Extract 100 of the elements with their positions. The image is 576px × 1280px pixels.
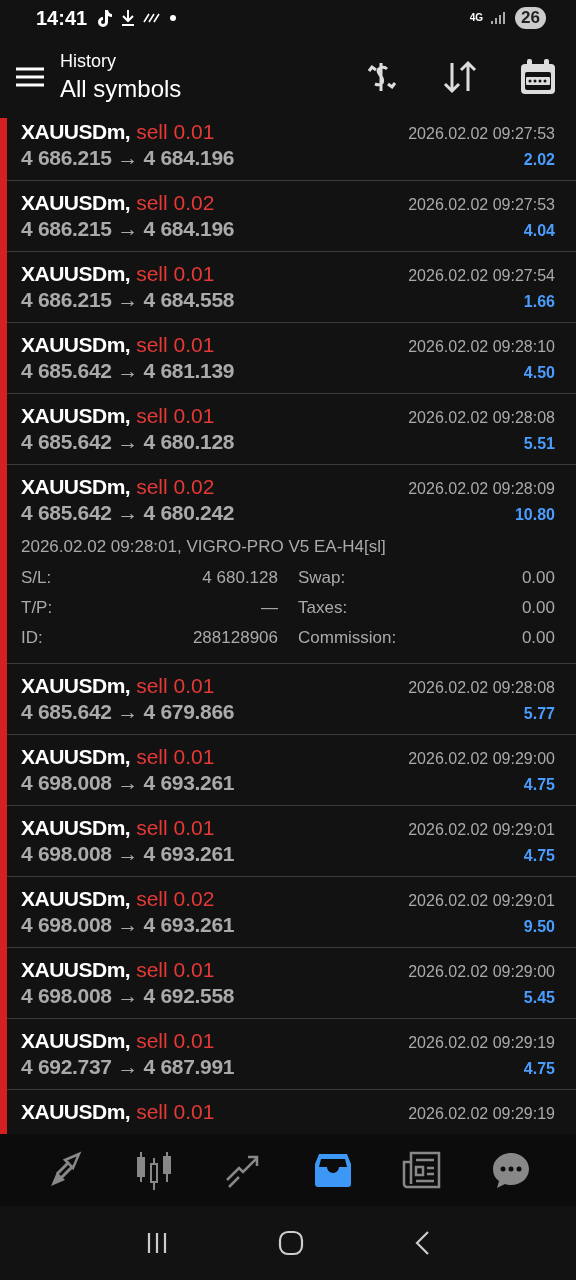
deal-prices: 4 698.008 → 4 693.261 bbox=[21, 771, 235, 795]
deal-time: 2026.02.02 09:29:01 bbox=[408, 892, 555, 910]
deal-type-volume: sell 0.02 bbox=[136, 191, 215, 215]
chat-bubble-icon[interactable] bbox=[491, 1150, 532, 1190]
detail-value: 288128906 bbox=[192, 628, 278, 648]
detail-label: Commission: bbox=[298, 628, 397, 648]
deal-symbol: XAUUSDm, bbox=[21, 191, 131, 215]
deal-row[interactable]: XAUUSDm, sell 0.01 2026.02.02 09:27:53 4 686.215 → 4 684.196 2.02 bbox=[7, 118, 576, 181]
calendar-icon[interactable] bbox=[518, 57, 558, 97]
detail-label: Swap: bbox=[298, 568, 346, 588]
deal-time: 2026.02.02 09:29:00 bbox=[408, 750, 555, 768]
deal-prices: 4 698.008 → 4 693.261 bbox=[21, 842, 235, 866]
deal-type-volume: sell 0.01 bbox=[136, 674, 215, 698]
deal-prices: 4 685.642 → 4 680.128 bbox=[21, 430, 235, 454]
deal-profit: 2.02 bbox=[523, 151, 555, 169]
deal-row[interactable]: XAUUSDm, sell 0.01 2026.02.02 09:28:10 4 685.642 → 4 681.139 4.50 bbox=[7, 323, 576, 394]
deal-row[interactable]: XAUUSDm, sell 0.01 2026.02.02 09:28:08 4 685.642 → 4 680.128 5.51 bbox=[7, 394, 576, 465]
deal-type-volume: sell 0.01 bbox=[136, 333, 215, 357]
deal-row[interactable]: XAUUSDm, sell 0.01 2026.02.02 09:29:19 4 692.737 → 4 687.991 4.75 bbox=[7, 1019, 576, 1090]
deal-time: 2026.02.02 09:29:01 bbox=[408, 821, 555, 839]
deal-time: 2026.02.02 09:27:53 bbox=[408, 196, 555, 214]
deal-prices: 4 698.008 → 4 692.558 bbox=[21, 984, 235, 1008]
deal-row[interactable]: XAUUSDm, sell 0.02 2026.02.02 09:27:53 4 686.215 → 4 684.196 4.04 bbox=[7, 181, 576, 252]
deal-row[interactable]: XAUUSDm, sell 0.02 2026.02.02 09:28:09 4 685.642 → 4 680.242 10.80 2026.02.02 09:28:01, VIGRO-PRO V5 EA-H4[sl] S/L: 4 680.128 Swap: 0.00 T/P: — Taxes: 0.00 ID: 288128906 Commission: 0.00 bbox=[7, 465, 576, 664]
deal-row[interactable]: XAUUSDm, sell 0.01 2026.02.02 09:29:00 4 698.008 → 4 692.558 5.45 bbox=[7, 948, 576, 1019]
deal-profit: 5.45 bbox=[523, 989, 555, 1007]
deal-prices: 4 685.642 → 4 679.866 bbox=[21, 700, 235, 724]
deal-symbol: XAUUSDm, bbox=[21, 475, 131, 499]
deal-type-volume: sell 0.01 bbox=[136, 816, 215, 840]
home-icon[interactable] bbox=[278, 1230, 304, 1256]
deal-prices: 4 698.008 → 4 693.261 bbox=[21, 913, 235, 937]
deal-prices: 4 686.215 → 4 684.196 bbox=[21, 146, 235, 170]
deal-profit: 5.77 bbox=[523, 705, 555, 723]
deal-row[interactable]: XAUUSDm, sell 0.01 2026.02.02 09:28:08 4 685.642 → 4 679.866 5.77 bbox=[7, 664, 576, 735]
deal-row[interactable]: XAUUSDm, sell 0.01 2026.02.02 09:27:54 4 686.215 → 4 684.558 1.66 bbox=[7, 252, 576, 323]
deal-prices: 4 686.215 → 4 684.196 bbox=[21, 217, 235, 241]
deal-time: 2026.02.02 09:29:19 bbox=[408, 1105, 555, 1123]
deal-time: 2026.02.02 09:29:19 bbox=[408, 1034, 555, 1052]
detail-value: 0.00 bbox=[521, 598, 555, 618]
deal-symbol: XAUUSDm, bbox=[21, 333, 131, 357]
back-icon[interactable] bbox=[413, 1230, 432, 1256]
detail-value: 0.00 bbox=[521, 568, 555, 588]
deal-type-volume: sell 0.01 bbox=[136, 1100, 215, 1124]
deal-prices: 4 685.642 → 4 680.242 bbox=[21, 501, 235, 525]
deal-time: 2026.02.02 09:28:10 bbox=[408, 338, 555, 356]
deal-symbol: XAUUSDm, bbox=[21, 958, 131, 982]
deal-time: 2026.02.02 09:27:53 bbox=[408, 125, 555, 143]
deal-symbol: XAUUSDm, bbox=[21, 1029, 131, 1053]
deal-type-volume: sell 0.02 bbox=[136, 887, 215, 911]
menu-icon[interactable] bbox=[16, 67, 44, 87]
status-time: 14:41 bbox=[36, 6, 88, 30]
deal-profit: 4.75 bbox=[523, 847, 555, 865]
deal-type-volume: sell 0.01 bbox=[136, 404, 215, 428]
deal-prices: 4 692.737 → 4 687.991 bbox=[21, 1055, 235, 1079]
deal-type-volume: sell 0.01 bbox=[136, 958, 215, 982]
deal-row[interactable]: XAUUSDm, sell 0.01 2026.02.02 09:29:00 4 698.008 → 4 693.261 4.75 bbox=[7, 735, 576, 806]
deal-time: 2026.02.02 09:28:08 bbox=[408, 409, 555, 427]
newspaper-icon[interactable] bbox=[401, 1150, 442, 1190]
deal-symbol: XAUUSDm, bbox=[21, 674, 131, 698]
deal-profit: 4.04 bbox=[523, 222, 555, 240]
music-note-icon bbox=[97, 9, 114, 27]
network-type: 4G bbox=[469, 13, 484, 23]
deal-type-volume: sell 0.01 bbox=[136, 1029, 215, 1053]
deal-symbol: XAUUSDm, bbox=[21, 404, 131, 428]
deal-profit: 4.75 bbox=[523, 776, 555, 794]
deal-profit: 1.66 bbox=[523, 293, 555, 311]
deal-symbol: XAUUSDm, bbox=[21, 120, 131, 144]
detail-value: 4 680.128 bbox=[202, 568, 278, 588]
signal-icon bbox=[491, 11, 508, 25]
candlestick-icon[interactable] bbox=[134, 1150, 174, 1190]
deal-profit: 5.51 bbox=[523, 435, 555, 453]
symbol-filter[interactable]: All symbols bbox=[60, 75, 182, 103]
detail-label: ID: bbox=[21, 628, 43, 648]
deal-prices: 4 686.215 → 4 684.558 bbox=[21, 288, 235, 312]
deal-comment: 2026.02.02 09:28:01, VIGRO-PRO V5 EA-H4[sl] bbox=[21, 537, 387, 557]
screen-title: History bbox=[60, 51, 117, 72]
detail-label: S/L: bbox=[21, 568, 52, 588]
deal-type-volume: sell 0.02 bbox=[136, 475, 215, 499]
deal-time: 2026.02.02 09:28:09 bbox=[408, 480, 555, 498]
deal-time: 2026.02.02 09:29:00 bbox=[408, 963, 555, 981]
deal-time: 2026.02.02 09:28:08 bbox=[408, 679, 555, 697]
hatch-icon bbox=[143, 13, 162, 23]
battery-level: 26 bbox=[515, 7, 546, 29]
deal-prices: 4 685.642 → 4 681.139 bbox=[21, 359, 235, 383]
deal-row[interactable]: XAUUSDm, sell 0.01 2026.02.02 09:29:01 4 698.008 → 4 693.261 4.75 bbox=[7, 806, 576, 877]
deal-symbol: XAUUSDm, bbox=[21, 745, 131, 769]
detail-value: — bbox=[261, 598, 278, 618]
detail-value: 0.00 bbox=[521, 628, 555, 648]
deal-row[interactable]: XAUUSDm, sell 0.02 2026.02.02 09:29:01 4 698.008 → 4 693.261 9.50 bbox=[7, 877, 576, 948]
detail-label: T/P: bbox=[21, 598, 53, 618]
download-icon bbox=[121, 9, 136, 27]
deal-type-volume: sell 0.01 bbox=[136, 120, 215, 144]
deal-symbol: XAUUSDm, bbox=[21, 816, 131, 840]
deal-symbol: XAUUSDm, bbox=[21, 887, 131, 911]
deal-profit: 10.80 bbox=[514, 506, 555, 524]
deal-type-volume: sell 0.01 bbox=[136, 262, 215, 286]
deal-profit: 9.50 bbox=[523, 918, 555, 936]
deal-time: 2026.02.02 09:27:54 bbox=[408, 267, 555, 285]
deal-profit: 4.50 bbox=[523, 364, 555, 382]
dot-icon bbox=[169, 14, 178, 22]
